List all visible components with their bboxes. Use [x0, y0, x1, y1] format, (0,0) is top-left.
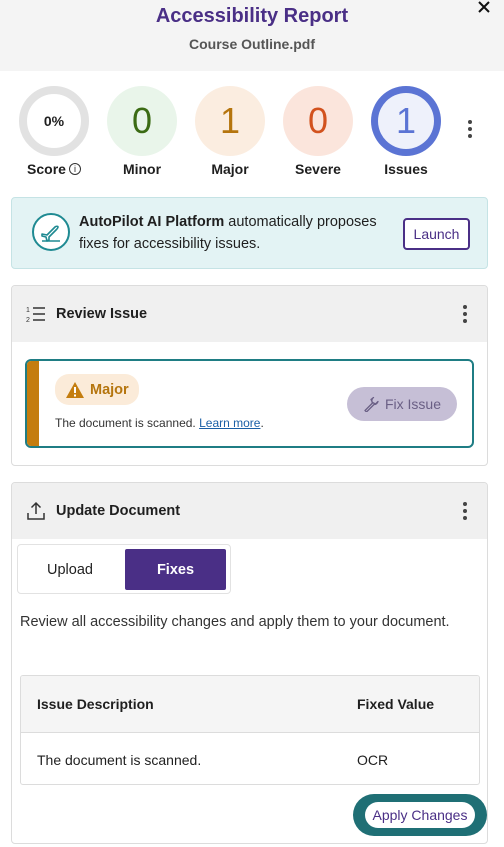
info-icon[interactable]: i	[68, 163, 81, 175]
issues-count: 1	[395, 100, 417, 141]
apply-changes-label: Apply Changes	[364, 802, 476, 828]
apply-changes-button[interactable]: Apply Changes	[353, 794, 487, 836]
review-issue-title: Review Issue	[56, 306, 148, 322]
header-issue-description: Issue Description	[37, 696, 154, 712]
severity-stripe	[27, 361, 39, 446]
learn-more-link[interactable]: Learn more	[199, 416, 260, 430]
numbered-list-icon: 1 2	[26, 307, 45, 324]
tab-upload[interactable]: Upload	[22, 549, 118, 590]
minor-stat[interactable]: 0 Minor	[106, 86, 178, 177]
autopilot-banner: AutoPilot AI Platform automatically prop…	[11, 197, 488, 269]
issues-stat[interactable]: 1 Issues	[370, 86, 442, 177]
wrench-icon	[364, 396, 379, 412]
fix-issue-label: Fix Issue	[384, 396, 441, 412]
severe-count: 0	[307, 100, 329, 141]
review-issue-header: 1 2 Review Issue	[12, 286, 487, 342]
stats-row: 0% Score i 0 Minor 1 Major 0 Severe 1 Is…	[0, 86, 504, 182]
major-count: 1	[219, 100, 241, 141]
review-issue-card: 1 2 Review Issue Major The document is s…	[11, 285, 488, 466]
score-value: 0%	[43, 113, 65, 129]
table-header: Issue Description Fixed Value	[21, 676, 479, 733]
update-document-card: Update Document Upload Fixes Review all …	[11, 482, 488, 844]
close-icon	[478, 1, 490, 13]
issue-text: The document is scanned.	[55, 416, 196, 430]
major-circle: 1	[195, 86, 265, 156]
score-circle: 0%	[19, 86, 89, 156]
update-document-title: Update Document	[56, 503, 181, 519]
score-label: Score	[27, 161, 66, 177]
row-fixed-value: OCR	[357, 751, 389, 768]
close-button[interactable]	[476, 0, 492, 16]
fixes-table: Issue Description Fixed Value The docume…	[20, 675, 480, 785]
header-fixed-value: Fixed Value	[357, 696, 435, 712]
page-title: Accessibility Report	[155, 5, 349, 27]
score-stat: 0% Score i	[18, 86, 90, 177]
severity-badge: Major	[55, 374, 139, 405]
review-more-options-icon[interactable]	[457, 303, 473, 325]
update-more-options-icon[interactable]	[457, 500, 473, 522]
banner-message: AutoPilot AI Platform automatically prop…	[79, 211, 399, 255]
issue-description: The document is scanned. Learn more.	[55, 416, 264, 430]
banner-brand: AutoPilot AI Platform	[79, 214, 225, 230]
report-header: Accessibility Report Course Outline.pdf	[0, 0, 504, 71]
minor-count: 0	[131, 100, 153, 141]
severe-circle: 0	[283, 86, 353, 156]
issue-period: .	[260, 416, 264, 430]
warning-triangle-icon	[66, 381, 84, 398]
svg-text:2: 2	[26, 317, 30, 324]
table-row: The document is scanned. OCR	[21, 733, 479, 784]
major-stat[interactable]: 1 Major	[194, 86, 266, 177]
stats-more-options-icon[interactable]	[462, 118, 478, 140]
svg-text:1: 1	[26, 307, 30, 314]
severity-label: Major	[90, 381, 129, 398]
update-description: Review all accessibility changes and app…	[20, 614, 450, 630]
launch-button[interactable]: Launch	[403, 218, 470, 250]
tab-fixes[interactable]: Fixes	[125, 549, 226, 590]
severe-stat[interactable]: 0 Severe	[282, 86, 354, 177]
issues-label: Issues	[384, 161, 428, 177]
update-document-header: Update Document	[12, 483, 487, 539]
mode-switch: Upload Fixes	[17, 544, 231, 594]
document-filename: Course Outline.pdf	[189, 36, 315, 52]
issues-circle: 1	[371, 86, 441, 156]
airplane-icon	[32, 213, 70, 251]
severe-label: Severe	[295, 161, 341, 177]
major-label: Major	[211, 161, 249, 177]
issue-item: Major The document is scanned. Learn mor…	[25, 359, 474, 448]
fix-issue-button[interactable]: Fix Issue	[347, 387, 457, 421]
minor-circle: 0	[107, 86, 177, 156]
upload-icon	[27, 501, 45, 520]
row-issue-description: The document is scanned.	[37, 751, 202, 768]
minor-label: Minor	[122, 161, 162, 177]
